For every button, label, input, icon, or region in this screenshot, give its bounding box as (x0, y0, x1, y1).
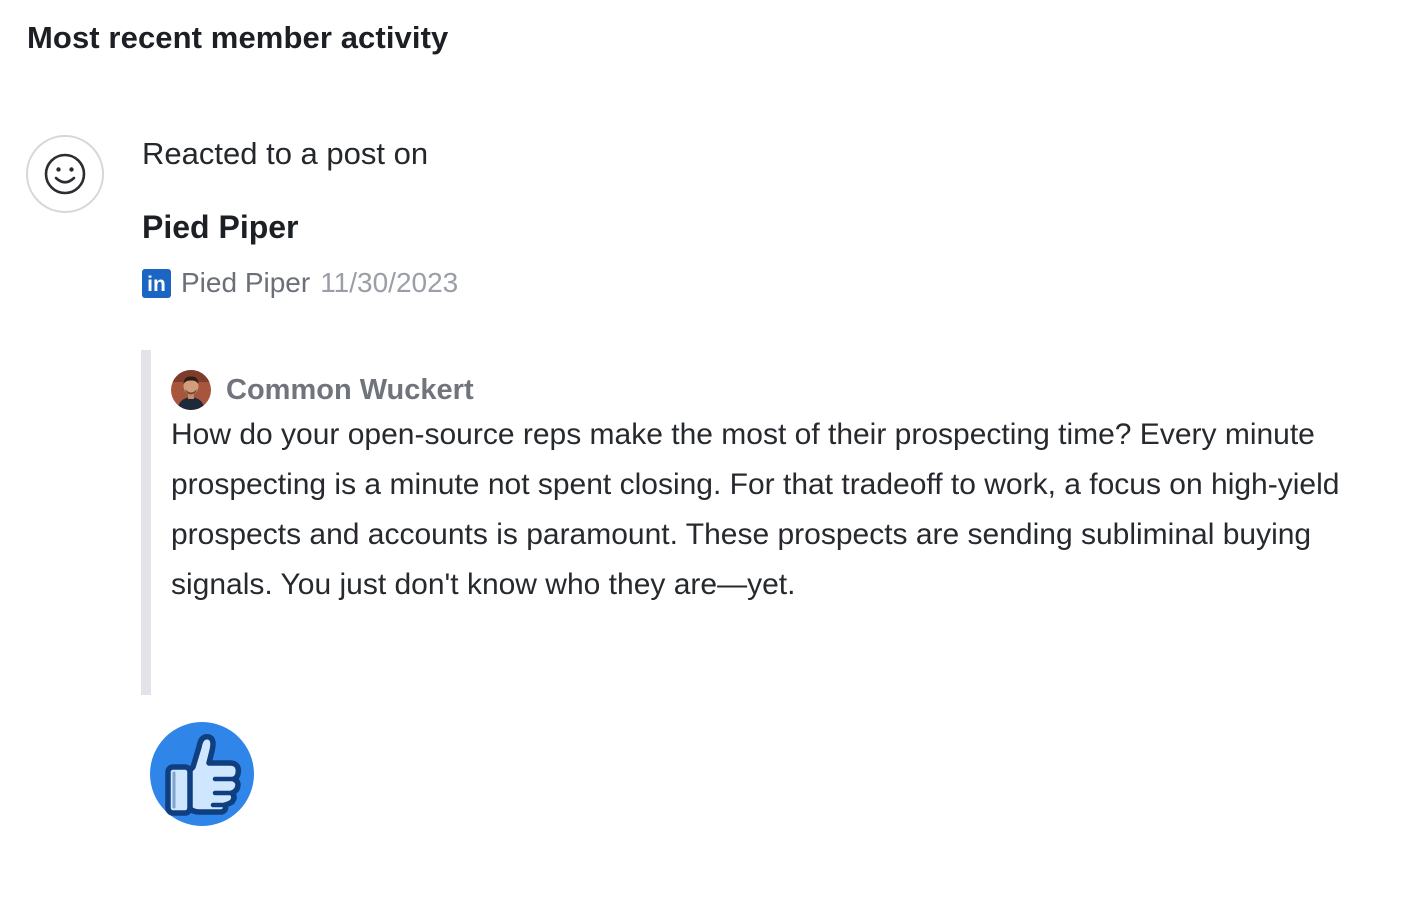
linkedin-logo-text: in (147, 272, 166, 296)
section-title: Most recent member activity (27, 20, 449, 55)
activity-source: in Pied Piper 11/30/2023 (142, 266, 458, 300)
post-author: Common Wuckert (171, 370, 474, 410)
post-author-name[interactable]: Common Wuckert (226, 374, 474, 407)
linkedin-icon: in (142, 268, 171, 298)
source-date: 11/30/2023 (320, 267, 459, 298)
smiley-face-icon (26, 135, 104, 213)
thumbs-up-like-icon (149, 721, 255, 827)
quoted-post: Common Wuckert How do your open-source r… (141, 350, 1351, 695)
avatar (171, 370, 211, 410)
source-name[interactable]: Pied Piper (181, 267, 310, 299)
activity-description: Reacted to a post on (142, 136, 429, 171)
post-text: How do your open-source reps make the mo… (171, 418, 1340, 601)
company-name-link[interactable]: Pied Piper (142, 209, 299, 246)
